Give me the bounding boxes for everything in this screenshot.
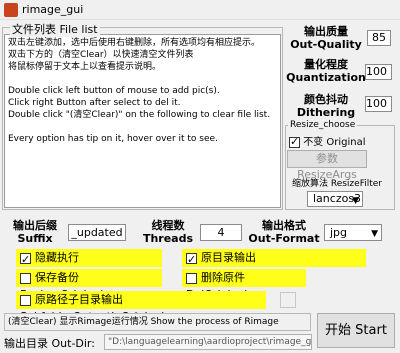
chevron-down-icon: ▼ <box>371 229 378 239</box>
subfolder-output-option[interactable]: 原路径子目录输出SubfolderOutputInOriginal <box>16 291 266 323</box>
del-original-checkbox[interactable] <box>186 272 197 284</box>
keep-original-option[interactable]: 不变 Original <box>289 133 366 148</box>
format-value: jpg <box>330 226 348 239</box>
file-list[interactable]: 双击左键添加，选中后使用右键删除，所有选项均有相应提示。 双击下方的（清空Cle… <box>4 34 281 208</box>
title-bar: rimage_gui <box>0 0 400 20</box>
backup-original-option[interactable]: 保存备份 BackupOriginal <box>16 269 162 301</box>
threads-input[interactable]: 4 <box>200 224 242 241</box>
keep-original-label: 不变 Original <box>303 137 366 148</box>
output-in-original-option[interactable]: 原目录输出 OutputInOriginalDir <box>182 249 366 281</box>
dithering-input[interactable]: 100 <box>365 96 392 112</box>
quantization-label: 量化程度 Quantization <box>286 58 366 84</box>
subfolder-output-checkbox[interactable] <box>20 294 31 306</box>
format-label: 输出格式 Out-Format <box>248 219 320 245</box>
dithering-label: 颜色抖动 Dithering <box>296 93 356 119</box>
backup-original-checkbox[interactable] <box>20 272 31 284</box>
threads-label: 线程数 Threads <box>142 219 194 245</box>
start-button[interactable]: 开始 Start <box>317 313 395 348</box>
resize-args-button[interactable]: 参数ResizeArgs <box>287 150 367 181</box>
resize-group-title: Resize_choose <box>288 120 358 130</box>
suffix-input[interactable]: _updated <box>68 224 126 241</box>
hidden-execute-option[interactable]: 隐藏执行 HiddenExecute <box>16 249 162 281</box>
chevron-down-icon: ▼ <box>352 196 359 206</box>
output-dir-field[interactable]: "D:\languagelearning\aardioproject\rimag… <box>104 334 312 350</box>
output-dir-label: 输出目录 Out-Dir: <box>4 337 95 350</box>
option-placeholder-box <box>280 292 296 308</box>
del-original-option[interactable]: 删除原件 DelOriginal <box>182 269 306 301</box>
quantization-input[interactable]: 100 <box>365 64 392 80</box>
keep-original-checkbox[interactable] <box>289 135 300 148</box>
quality-input[interactable]: 85 <box>367 30 391 46</box>
hidden-execute-checkbox[interactable] <box>20 251 31 268</box>
quality-label: 输出质量 Out-Quality <box>290 25 362 51</box>
file-list-title: 文件列表 File list <box>10 21 100 37</box>
app-icon <box>4 3 18 17</box>
format-select[interactable]: jpg ▼ <box>324 224 382 241</box>
window-title: rimage_gui <box>22 3 84 16</box>
status-clear-bar[interactable]: (清空Clear) 显示Rimage运行情况 Show the process … <box>4 313 311 331</box>
resize-filter-select[interactable]: lanczos3 ▼ <box>307 191 363 207</box>
suffix-label: 输出后缀 Suffix <box>13 219 57 245</box>
resize-filter-label: 缩放算法 ResizeFilter <box>292 179 382 189</box>
output-in-original-checkbox[interactable] <box>186 251 197 268</box>
